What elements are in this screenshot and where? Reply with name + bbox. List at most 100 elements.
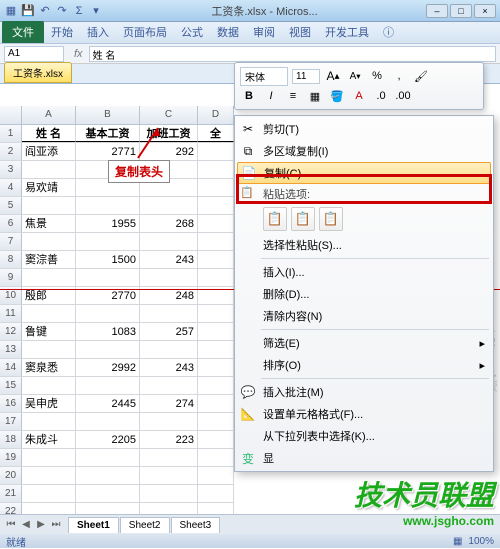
cell[interactable] xyxy=(198,233,234,250)
cell[interactable]: 鲁键 xyxy=(22,323,76,340)
cell[interactable] xyxy=(22,377,76,394)
ctx-more[interactable]: 变显 xyxy=(235,447,493,469)
qat-more-icon[interactable]: ▾ xyxy=(89,4,103,18)
select-all-corner[interactable] xyxy=(0,106,22,124)
ribbon-help-icon[interactable]: ⓘ xyxy=(376,21,401,43)
cell[interactable] xyxy=(76,449,140,466)
cell[interactable]: 朱成斗 xyxy=(22,431,76,448)
row-label[interactable]: 1 xyxy=(0,125,22,142)
cell[interactable] xyxy=(140,197,198,214)
cell[interactable] xyxy=(22,233,76,250)
cell[interactable] xyxy=(198,413,234,430)
cell[interactable] xyxy=(76,197,140,214)
cell[interactable] xyxy=(140,233,198,250)
cell[interactable] xyxy=(22,341,76,358)
prev-sheet-icon[interactable]: ◀ xyxy=(19,519,33,530)
cell[interactable] xyxy=(76,233,140,250)
row-label[interactable]: 8 xyxy=(0,251,22,268)
cell[interactable] xyxy=(140,485,198,502)
cell[interactable] xyxy=(198,143,234,160)
next-sheet-icon[interactable]: ▶ xyxy=(34,519,48,530)
decrease-decimal-icon[interactable]: .0 xyxy=(372,87,390,105)
row-label[interactable]: 11 xyxy=(0,305,22,322)
ribbon-tab-dev[interactable]: 开发工具 xyxy=(318,21,376,43)
ctx-filter[interactable]: 筛选(E)▸ xyxy=(235,332,493,354)
ribbon-tab-view[interactable]: 视图 xyxy=(282,21,318,43)
cell[interactable]: 268 xyxy=(140,215,198,232)
cell[interactable] xyxy=(76,413,140,430)
cell[interactable]: 1083 xyxy=(76,323,140,340)
cell[interactable] xyxy=(22,197,76,214)
ctx-copy[interactable]: 📄复制(C) xyxy=(237,162,491,184)
shrink-font-icon[interactable]: A▾ xyxy=(346,67,364,85)
cell[interactable]: 223 xyxy=(140,431,198,448)
ctx-paste-special[interactable]: 选择性粘贴(S)... xyxy=(235,234,493,256)
ribbon-tab-data[interactable]: 数据 xyxy=(210,21,246,43)
cell[interactable]: 窦泉悉 xyxy=(22,359,76,376)
row-label[interactable]: 16 xyxy=(0,395,22,412)
redo-icon[interactable]: ↷ xyxy=(55,4,69,18)
sheet-tab-1[interactable]: Sheet1 xyxy=(68,517,119,533)
cell[interactable] xyxy=(22,161,76,178)
file-tab[interactable]: 文件 xyxy=(2,21,44,43)
view-normal-icon[interactable]: ▦ xyxy=(453,536,462,547)
cell[interactable] xyxy=(198,197,234,214)
cell[interactable] xyxy=(76,305,140,322)
row-label[interactable]: 2 xyxy=(0,143,22,160)
save-icon[interactable]: 💾 xyxy=(21,4,35,18)
cell[interactable] xyxy=(76,377,140,394)
cell[interactable] xyxy=(76,269,140,286)
row-label[interactable]: 9 xyxy=(0,269,22,286)
row-label[interactable]: 14 xyxy=(0,359,22,376)
ctx-pick-list[interactable]: 从下拉列表中选择(K)... xyxy=(235,425,493,447)
row-label[interactable]: 6 xyxy=(0,215,22,232)
row-label[interactable]: 19 xyxy=(0,449,22,466)
cell[interactable] xyxy=(198,269,234,286)
ribbon-tab-formulas[interactable]: 公式 xyxy=(174,21,210,43)
qat-sum-icon[interactable]: Σ xyxy=(72,4,86,18)
italic-button[interactable]: I xyxy=(262,87,280,105)
col-header-a[interactable]: A xyxy=(22,106,76,124)
cell[interactable] xyxy=(22,269,76,286)
ctx-sort[interactable]: 排序(O)▸ xyxy=(235,354,493,376)
cell[interactable] xyxy=(140,269,198,286)
header-cell-base[interactable]: 基本工资 xyxy=(76,125,140,142)
sheet-tab-3[interactable]: Sheet3 xyxy=(171,517,221,533)
col-header-c[interactable]: C xyxy=(140,106,198,124)
cell[interactable] xyxy=(140,449,198,466)
row-label[interactable]: 17 xyxy=(0,413,22,430)
cell[interactable] xyxy=(198,431,234,448)
ctx-clear[interactable]: 清除内容(N) xyxy=(235,305,493,327)
ctx-format-cells[interactable]: 📐设置单元格格式(F)... xyxy=(235,403,493,425)
cell[interactable]: 2771 xyxy=(76,143,140,160)
cell[interactable] xyxy=(198,305,234,322)
cell[interactable]: 1500 xyxy=(76,251,140,268)
cell[interactable]: 243 xyxy=(140,251,198,268)
cell[interactable]: 窦淙善 xyxy=(22,251,76,268)
ribbon-tab-layout[interactable]: 页面布局 xyxy=(116,21,174,43)
name-box[interactable]: A1 xyxy=(4,46,64,62)
cell[interactable]: 2992 xyxy=(76,359,140,376)
bold-button[interactable]: B xyxy=(240,87,258,105)
cell[interactable]: 吴申虎 xyxy=(22,395,76,412)
fx-icon[interactable]: fx xyxy=(68,48,89,60)
cell[interactable]: 243 xyxy=(140,359,198,376)
row-label[interactable]: 13 xyxy=(0,341,22,358)
row-label[interactable]: 18 xyxy=(0,431,22,448)
cell[interactable] xyxy=(140,467,198,484)
row-label[interactable]: 4 xyxy=(0,179,22,196)
cell[interactable]: 焦景 xyxy=(22,215,76,232)
ctx-multi-copy[interactable]: ⧉多区域复制(I) xyxy=(235,140,493,162)
cell[interactable] xyxy=(198,179,234,196)
zoom-level[interactable]: 100% xyxy=(468,536,494,547)
grow-font-icon[interactable]: A▴ xyxy=(324,67,342,85)
percent-icon[interactable]: % xyxy=(368,67,386,85)
format-painter-icon[interactable]: 🖌 xyxy=(412,67,430,85)
paste-opt-3[interactable]: 📋 xyxy=(319,207,343,231)
cell[interactable] xyxy=(140,413,198,430)
paste-opt-2[interactable]: 📋 xyxy=(291,207,315,231)
header-cell-name[interactable]: 姓 名 xyxy=(22,125,76,142)
cell[interactable] xyxy=(198,449,234,466)
cell[interactable] xyxy=(198,161,234,178)
cell[interactable]: 易欢靖 xyxy=(22,179,76,196)
